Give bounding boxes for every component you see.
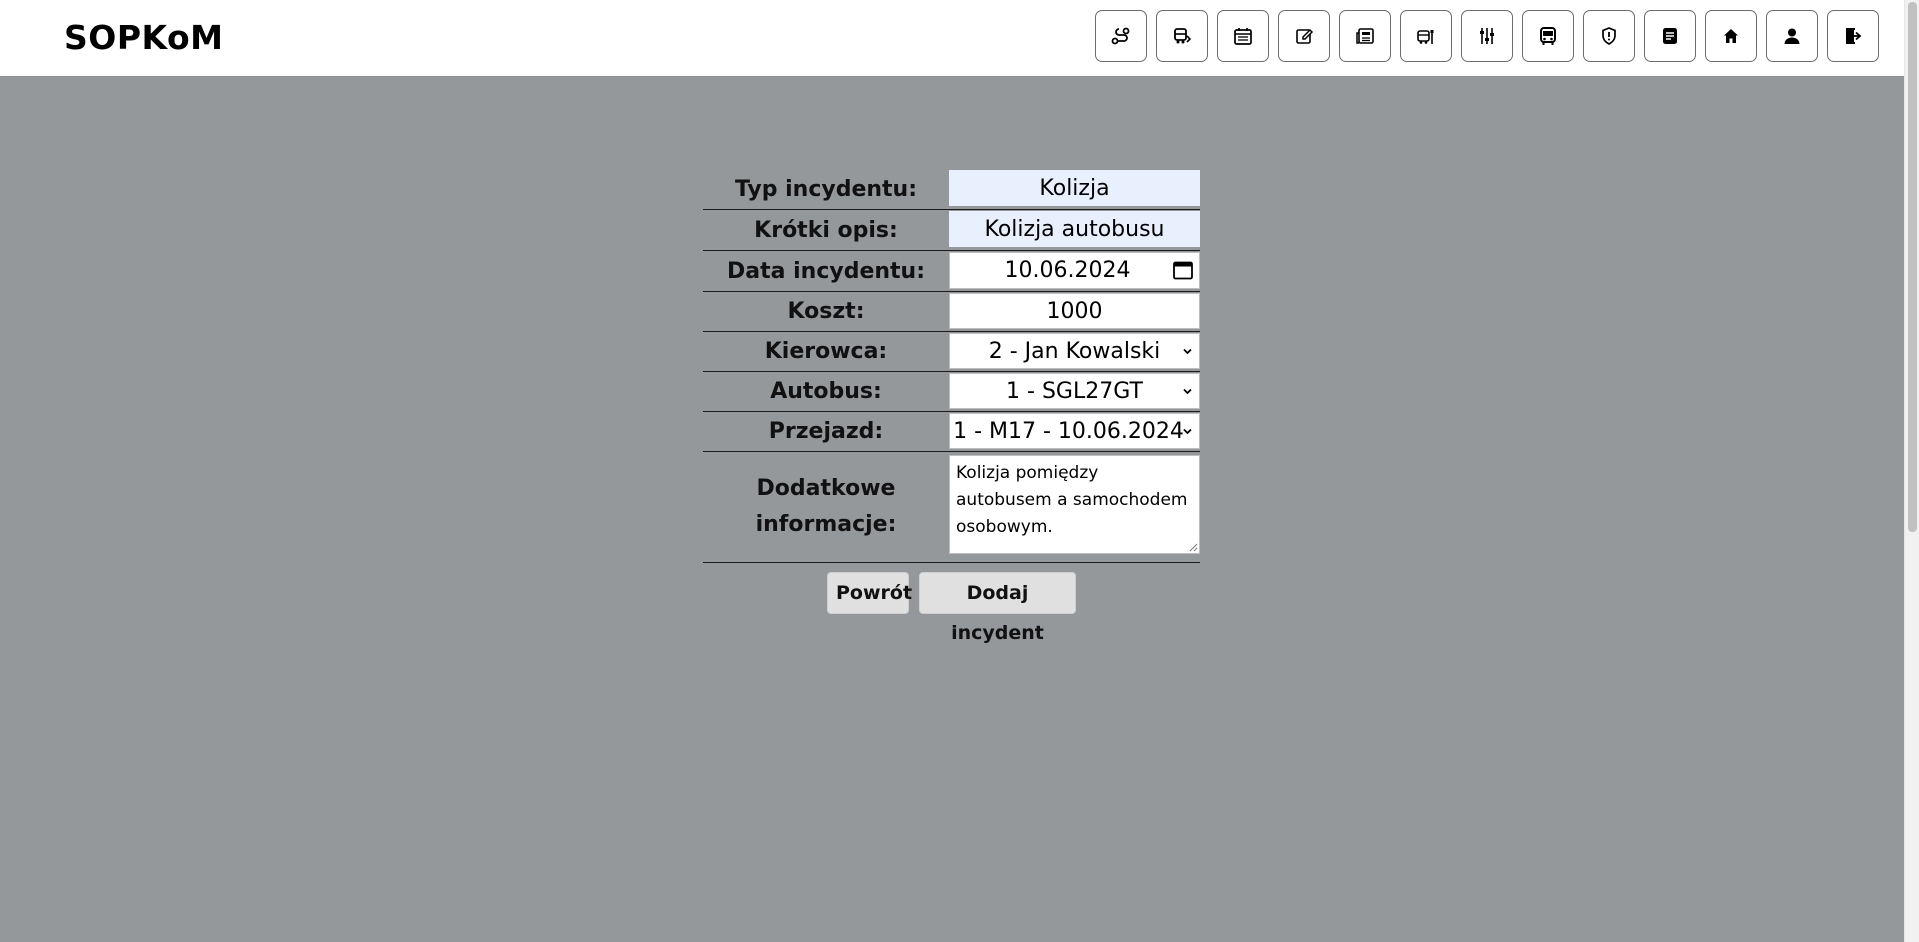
nav-routes-button[interactable]: [1095, 10, 1147, 62]
short-description-input[interactable]: Kolizja autobusu: [949, 211, 1200, 247]
cost-label: Koszt:: [787, 299, 865, 324]
cost-input[interactable]: 1000: [949, 293, 1200, 329]
form-row-description: Krótki opis: Kolizja autobusu: [703, 210, 1200, 251]
nav-bus-schedule-button[interactable]: [1156, 10, 1208, 62]
form-row-cost: Koszt: 1000: [703, 292, 1200, 332]
bus-label: Autobus:: [770, 379, 882, 404]
vertical-scrollbar[interactable]: [1904, 0, 1919, 942]
type-label: Typ incydentu:: [734, 176, 918, 202]
form-row-bus: Autobus: 1 - SGL27GT: [703, 372, 1200, 412]
trip-selected-value: 1 - M17 - 10.06.2024: [953, 418, 1184, 444]
additional-info-label-line1: Dodatkowe: [756, 476, 896, 501]
nav-home-button[interactable]: [1705, 10, 1757, 62]
driver-select[interactable]: 2 - Jan Kowalski: [949, 333, 1200, 369]
logout-icon: [1846, 28, 1862, 44]
nav-profile-button[interactable]: [1766, 10, 1818, 62]
shield-icon: [1602, 27, 1616, 45]
nav-bus-stop-button[interactable]: [1400, 10, 1452, 62]
nav-button-group: [1095, 10, 1879, 62]
news-icon: [1356, 28, 1374, 44]
incident-date-input[interactable]: 10.06.2024: [949, 252, 1200, 289]
description-label: Krótki opis:: [754, 217, 898, 243]
document-icon: [1663, 28, 1677, 44]
bus-schedule-icon: [1174, 28, 1192, 44]
additional-info-text: Kolizja pomiędzy autobusem a samochodem …: [956, 463, 1188, 537]
app-logo[interactable]: SOPKoM: [64, 18, 224, 57]
form-row-additional-info: Dodatkowe informacje: Kolizja pomiędzy a…: [703, 452, 1200, 563]
nav-calendar-button[interactable]: [1217, 10, 1269, 62]
nav-news-button[interactable]: [1339, 10, 1391, 62]
chevron-down-icon: [1183, 388, 1192, 395]
add-incident-button[interactable]: Dodaj incydent: [919, 572, 1076, 644]
incident-date-value: 10.06.2024: [1004, 258, 1131, 283]
incident-form: Typ incydentu: Kolizja Krótki opis: Koli…: [703, 169, 1200, 563]
additional-info-textarea[interactable]: Kolizja pomiędzy autobusem a samochodem …: [949, 455, 1200, 554]
nav-edit-button[interactable]: [1278, 10, 1330, 62]
driver-selected-value: 2 - Jan Kowalski: [988, 338, 1161, 364]
additional-info-label-line2: informacje:: [755, 512, 897, 537]
bus-selected-value: 1 - SGL27GT: [1006, 378, 1143, 404]
bus-select[interactable]: 1 - SGL27GT: [949, 373, 1200, 409]
nav-bus-button[interactable]: [1522, 10, 1574, 62]
bus-icon: [1540, 27, 1556, 45]
form-row-date: Data incydentu: 10.06.2024: [703, 251, 1200, 292]
scrollbar-thumb[interactable]: [1908, 2, 1917, 532]
form-row-driver: Kierowca: 2 - Jan Kowalski: [703, 332, 1200, 372]
settings-sliders-icon: [1480, 28, 1494, 44]
user-icon: [1784, 28, 1800, 44]
nav-settings-button[interactable]: [1461, 10, 1513, 62]
additional-info-label: Dodatkowe informacje:: [703, 452, 949, 562]
form-row-trip: Przejazd: 1 - M17 - 10.06.2024: [703, 412, 1200, 452]
incident-type-input[interactable]: Kolizja: [949, 170, 1200, 206]
driver-label: Kierowca:: [764, 339, 888, 364]
top-navbar: SOPKoM: [0, 0, 1904, 77]
nav-security-button[interactable]: [1583, 10, 1635, 62]
date-label: Data incydentu:: [726, 258, 926, 284]
edit-icon: [1296, 28, 1314, 44]
resize-handle-icon[interactable]: [1189, 543, 1198, 552]
trip-label: Przejazd:: [768, 419, 884, 444]
chevron-down-icon: [1183, 428, 1192, 435]
home-icon: [1724, 29, 1738, 43]
form-row-type: Typ incydentu: Kolizja: [703, 169, 1200, 210]
calendar-icon: [1234, 28, 1252, 45]
nav-logout-button[interactable]: [1827, 10, 1879, 62]
chevron-down-icon: [1183, 348, 1192, 355]
back-button[interactable]: Powrót: [827, 572, 912, 614]
route-icon: [1111, 27, 1130, 45]
nav-documents-button[interactable]: [1644, 10, 1696, 62]
bus-stop-icon: [1417, 30, 1434, 44]
calendar-picker-icon[interactable]: [1172, 259, 1194, 281]
trip-select[interactable]: 1 - M17 - 10.06.2024: [949, 413, 1200, 449]
